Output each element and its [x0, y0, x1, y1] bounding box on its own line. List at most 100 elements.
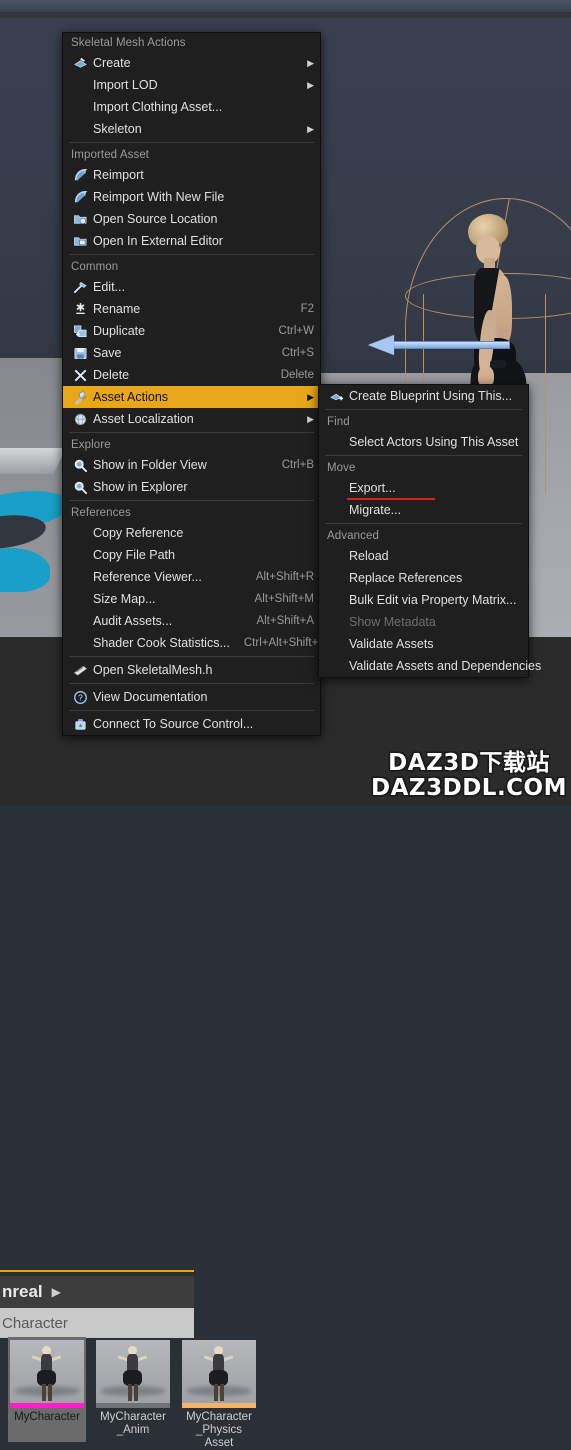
menu-item-label: Select Actors Using This Asset — [349, 435, 519, 449]
menu-item-shortcut: Alt+Shift+M — [254, 593, 314, 605]
menu-section-header: Common — [71, 261, 119, 273]
menu-item-show-in-folder-view[interactable]: Show in Folder View Ctrl+B — [63, 454, 320, 476]
menu-item-reference-viewer[interactable]: Reference Viewer... Alt+Shift+R — [63, 566, 320, 588]
menu-separator — [69, 656, 314, 657]
svg-text:?: ? — [78, 693, 83, 702]
menu-item-reimport-with-new-file[interactable]: Reimport With New File — [63, 186, 320, 208]
menu-item-label: Edit... — [93, 280, 125, 294]
asset-tile[interactable]: MyCharacter _Physics Asset — [180, 1337, 258, 1449]
menu-item-duplicate[interactable]: Duplicate Ctrl+W — [63, 320, 320, 342]
reimport-icon — [71, 189, 89, 205]
menu-item-save[interactable]: Save Ctrl+S — [63, 342, 320, 364]
chevron-right-icon: ▶ — [51, 1285, 61, 1299]
asset-tile[interactable]: MyCharacter — [8, 1337, 86, 1442]
menu-item-asset-actions[interactable]: Asset Actions ▶ — [63, 386, 320, 408]
content-browser-accent — [0, 1270, 194, 1272]
menu-item-label: Create Blueprint Using This... — [349, 389, 513, 403]
menu-item-connect-to-source-control[interactable]: Connect To Source Control... — [63, 713, 320, 735]
external-editor-icon — [71, 233, 89, 249]
menu-item-bulk-edit-via-property-matrix[interactable]: Bulk Edit via Property Matrix... — [319, 589, 528, 611]
menu-item-label: Delete — [93, 368, 130, 382]
menu-item-reload[interactable]: Reload — [319, 545, 528, 567]
path-bar[interactable]: Character — [0, 1308, 194, 1338]
menu-item-replace-references[interactable]: Replace References — [319, 567, 528, 589]
menu-item-label: Reload — [349, 549, 389, 563]
menu-item-label: Import LOD — [93, 78, 158, 92]
window-titlebar — [0, 0, 571, 12]
asset-tile[interactable]: MyCharacter _Anim — [94, 1337, 172, 1442]
menu-item-shortcut: Ctrl+W — [278, 325, 314, 337]
menu-item-select-actors-using-this-asset[interactable]: Select Actors Using This Asset — [319, 431, 528, 453]
menu-item-audit-assets[interactable]: Audit Assets... Alt+Shift+A — [63, 610, 320, 632]
asset-grid: MyCharacter MyCharacter _Anim MyCharacter _P… — [0, 1337, 571, 1449]
menu-item-import-clothing-asset[interactable]: Import Clothing Asset... — [63, 96, 320, 118]
chevron-right-icon: ▶ — [307, 391, 314, 402]
character-cuff — [490, 360, 506, 368]
menu-separator — [69, 142, 314, 143]
menu-item-label: Copy File Path — [93, 548, 175, 562]
menu-item-copy-reference[interactable]: Copy Reference — [63, 522, 320, 544]
menu-item-export[interactable]: Export... — [319, 477, 528, 500]
chevron-right-icon: ▶ — [307, 413, 314, 424]
asset-label: MyCharacter _Physics Asset — [186, 1411, 252, 1449]
menu-item-show-in-explorer[interactable]: Show in Explorer — [63, 476, 320, 498]
menu-item-edit[interactable]: Edit... — [63, 276, 320, 298]
menu-section-header: References — [71, 507, 131, 519]
menu-item-import-lod[interactable]: Import LOD ▶ — [63, 74, 320, 96]
menu-item-label: Skeleton — [93, 122, 142, 136]
menu-section-header: Skeletal Mesh Actions — [71, 37, 186, 49]
path-label: Character — [2, 1314, 68, 1332]
menu-item-open-source-location[interactable]: Open Source Location — [63, 208, 320, 230]
menu-item-create-blueprint-using-this[interactable]: Create Blueprint Using This... — [319, 385, 528, 407]
menu-item-validate-assets-and-dependencies[interactable]: Validate Assets and Dependencies — [319, 655, 541, 677]
menu-separator — [325, 523, 522, 524]
asset-thumbnail — [10, 1340, 84, 1408]
menu-item-asset-localization[interactable]: Asset Localization ▶ — [63, 408, 320, 430]
menu-item-label: Open Source Location — [93, 212, 218, 226]
folder-open-icon — [71, 211, 89, 227]
menu-item-copy-file-path[interactable]: Copy File Path — [63, 544, 320, 566]
menu-separator — [69, 254, 314, 255]
asset-context-menu[interactable]: Skeletal Mesh Actions Create ▶ Import LOD ▶ I… — [62, 32, 326, 736]
menu-item-label: Audit Assets... — [93, 614, 173, 628]
menu-item-view-documentation[interactable]: ? View Documentation — [63, 686, 320, 708]
menu-item-size-map[interactable]: Size Map... Alt+Shift+M — [63, 588, 320, 610]
help-circle-icon: ? — [71, 689, 89, 705]
menu-section-header: Find — [327, 416, 350, 428]
breadcrumb[interactable]: nreal ▶ — [0, 1276, 194, 1308]
menu-item-label: Replace References — [349, 571, 463, 585]
menu-item-open-skeletalmesh-h[interactable]: Open SkeletalMesh.h — [63, 659, 320, 681]
menu-section-header: Move — [327, 462, 356, 474]
menu-item-label: Reference Viewer... — [93, 570, 202, 584]
duplicate-icon — [71, 323, 89, 339]
menu-item-shader-cook-statistics[interactable]: Shader Cook Statistics... Ctrl+Alt+Shift+… — [63, 632, 326, 654]
menu-item-delete[interactable]: Delete Delete — [63, 364, 320, 386]
menu-item-label: Create — [93, 56, 131, 70]
menu-item-label: Reimport With New File — [93, 190, 225, 204]
translate-gizmo-x-axis[interactable] — [368, 335, 510, 355]
menu-item-migrate[interactable]: Migrate... — [319, 499, 528, 521]
menu-item-create[interactable]: Create ▶ — [63, 52, 320, 74]
asset-thumbnail — [96, 1340, 170, 1408]
chevron-right-icon: ▶ — [307, 123, 314, 134]
menu-item-reimport[interactable]: Reimport — [63, 164, 320, 186]
menu-item-label: Size Map... — [93, 592, 156, 606]
menu-item-shortcut: Delete — [280, 369, 314, 381]
menu-section-header: Explore — [71, 439, 111, 451]
menu-item-show-metadata: Show Metadata — [319, 611, 528, 633]
menu-item-label: Duplicate — [93, 324, 146, 338]
menu-item-skeleton[interactable]: Skeleton ▶ — [63, 118, 320, 140]
menu-item-label: Copy Reference — [93, 526, 184, 540]
menu-item-label: Reimport — [93, 168, 144, 182]
blueprint-icon — [327, 388, 345, 404]
menu-item-validate-assets[interactable]: Validate Assets — [319, 633, 528, 655]
watermark: DAZ3D下载站 DAZ3DDL.COM — [371, 751, 567, 801]
chevron-right-icon: ▶ — [307, 79, 314, 90]
menu-item-open-in-external-editor[interactable]: Open In External Editor — [63, 230, 320, 252]
watermark-line-1: DAZ3D下载站 — [388, 750, 550, 776]
asset-actions-submenu[interactable]: Create Blueprint Using This... Find Select… — [318, 384, 541, 678]
menu-item-rename[interactable]: Rename F2 — [63, 298, 320, 320]
menu-item-label: Open In External Editor — [93, 234, 223, 248]
create-mesh-icon — [71, 55, 89, 71]
menu-separator — [325, 409, 522, 410]
